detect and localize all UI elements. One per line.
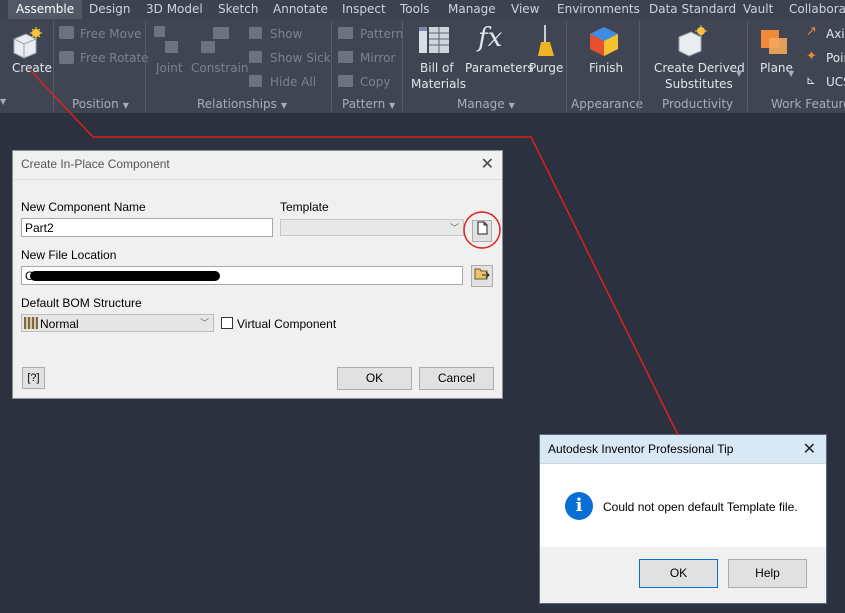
annotation-circle bbox=[463, 211, 501, 249]
annotation-line bbox=[29, 69, 679, 436]
annotation-overlay bbox=[29, 69, 679, 436]
